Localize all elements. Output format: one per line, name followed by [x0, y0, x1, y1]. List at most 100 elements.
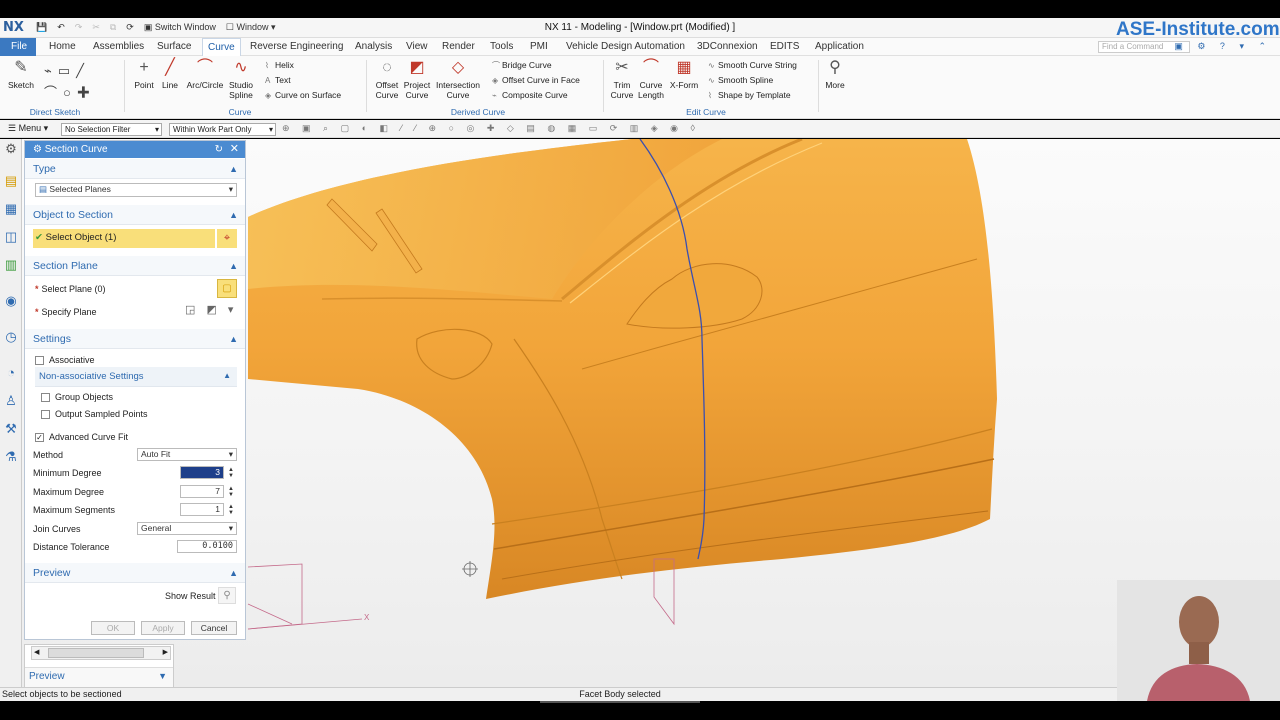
max-segments-spinner[interactable]: ▲ ▼	[227, 504, 235, 516]
plane-dialog-icons[interactable]: ◲ ◩ ▾	[185, 303, 237, 316]
shape-by-template-button[interactable]: ⌇ Shape by Template	[708, 88, 791, 103]
tab-file[interactable]: File	[0, 38, 36, 56]
tab-vehicle-design-automation[interactable]: Vehicle Design Automation	[561, 38, 690, 56]
collapse-icon[interactable]: ▲	[223, 371, 231, 380]
palette-icon[interactable]: ⚗	[3, 449, 19, 465]
section-settings-header[interactable]: Settings ▲	[25, 329, 245, 349]
helix-button[interactable]: ⌇ Helix	[265, 58, 294, 73]
tab-view[interactable]: View	[401, 38, 433, 56]
section-preview-header[interactable]: Preview ▲	[25, 563, 245, 583]
output-sampled-points-checkbox[interactable]: Output Sampled Points	[41, 407, 148, 421]
method-dropdown[interactable]: Auto Fit ▾	[137, 448, 237, 461]
checkbox[interactable]	[41, 393, 50, 403]
composite-curve-button[interactable]: ⌁ Composite Curve	[492, 88, 568, 103]
join-curves-dropdown[interactable]: General ▾	[137, 522, 237, 535]
arc-circle-button[interactable]: ⌒ Arc/Circle	[184, 58, 226, 90]
clock-icon[interactable]: ◔	[3, 365, 19, 381]
collapse-icon[interactable]: ▲	[229, 159, 238, 179]
tab-3dconnexion[interactable]: 3DConnexion	[692, 38, 763, 56]
help-icons[interactable]: ▣ ⚙ ? ▾ ⌃	[1174, 41, 1272, 52]
constraint-navigator-icon[interactable]: ◫	[3, 229, 19, 245]
section-object-header[interactable]: Object to Section ▲	[25, 205, 245, 225]
smooth-spline-button[interactable]: ∿ Smooth Spline	[708, 73, 773, 88]
crosshair-icon[interactable]: ⌖	[217, 229, 237, 248]
more-button[interactable]: ⚲ More	[822, 58, 848, 90]
tab-render[interactable]: Render	[437, 38, 480, 56]
selection-scope-dropdown[interactable]: Within Work Part Only	[169, 123, 276, 136]
tools-icon[interactable]: ⚒	[3, 421, 19, 437]
history-icon[interactable]: ◷	[3, 329, 19, 345]
tab-edits[interactable]: EDITS	[765, 38, 804, 56]
type-dropdown[interactable]: ▤ Selected Planes ▾	[35, 183, 237, 197]
snap-icons[interactable]: ⊕ ▣ ⌕ ▢ ◐ ◧ ⁄ ⁄ ⊕ ○ ◎ ✚ ◇ ▤ ◍ ▦ ▭ ⟳ ▥ ◈ …	[282, 123, 700, 134]
scroll-left-icon[interactable]: ◀	[34, 648, 39, 656]
collapse-icon[interactable]: ▲	[229, 205, 238, 225]
tab-analysis[interactable]: Analysis	[350, 38, 397, 56]
max-degree-input[interactable]: 7	[180, 485, 224, 498]
sketch-button[interactable]: ✎ Sketch	[6, 58, 36, 90]
scroll-right-icon[interactable]: ▶	[163, 648, 168, 656]
select-object-label[interactable]: ✔ Select Object (1)	[35, 231, 116, 245]
group-objects-checkbox[interactable]: Group Objects	[41, 390, 113, 404]
cancel-button[interactable]: Cancel	[191, 621, 237, 635]
roles-icon[interactable]: ♙	[3, 393, 19, 409]
menu-button[interactable]: ☰ Menu ▾	[8, 123, 48, 134]
associative-checkbox[interactable]: Associative	[35, 353, 95, 367]
tab-application[interactable]: Application	[810, 38, 869, 56]
web-browser-icon[interactable]: ◉	[3, 293, 19, 309]
collapse-icon[interactable]: ▲	[229, 563, 238, 583]
reset-icon[interactable]: ↻	[215, 141, 223, 158]
bridge-curve-button[interactable]: ⌒ Bridge Curve	[492, 58, 552, 73]
plane-icon[interactable]: ▢	[217, 279, 237, 298]
max-segments-input[interactable]: 1	[180, 503, 224, 516]
sketch-tools-icons[interactable]: ⌁▭╱ ⌒○✚	[44, 60, 112, 104]
collapse-icon[interactable]: ▲	[229, 329, 238, 349]
curve-length-button[interactable]: ⌒ Curve Length	[636, 58, 666, 100]
offset-curve-button[interactable]: ◌ Offset Curve	[372, 58, 402, 100]
project-curve-button[interactable]: ◩ Project Curve	[402, 58, 432, 100]
min-degree-spinner[interactable]: ▲ ▼	[227, 467, 235, 479]
checkbox-checked[interactable]: ✓	[35, 433, 44, 443]
xform-button[interactable]: ▦ X-Form	[668, 58, 700, 90]
section-plane-header[interactable]: Section Plane ▲	[25, 256, 245, 276]
show-result-icon[interactable]: ⚲	[218, 587, 236, 604]
horizontal-scrollbar[interactable]: ◀ ▶	[31, 646, 171, 660]
non-assoc-header[interactable]: Non-associative Settings ▲	[35, 367, 237, 387]
offset-curve-in-face-button[interactable]: ◈ Offset Curve in Face	[492, 73, 580, 88]
point-button[interactable]: + Point	[131, 58, 157, 90]
advanced-curve-fit-checkbox[interactable]: ✓ Advanced Curve Fit	[35, 430, 128, 444]
tab-pmi[interactable]: PMI	[525, 38, 553, 56]
assembly-navigator-icon[interactable]: ▦	[3, 201, 19, 217]
reuse-library-icon[interactable]: ▥	[3, 257, 19, 273]
line-button[interactable]: ╱ Line	[158, 58, 182, 90]
select-plane-label[interactable]: * Select Plane (0)	[35, 282, 106, 296]
apply-button[interactable]: Apply	[141, 621, 185, 635]
distance-tolerance-input[interactable]: 0.0100	[177, 540, 237, 553]
specify-plane-label[interactable]: * Specify Plane	[35, 305, 97, 319]
smooth-curve-string-button[interactable]: ∿ Smooth Curve String	[708, 58, 797, 73]
settings-icon[interactable]: ⚙	[3, 141, 19, 157]
max-degree-spinner[interactable]: ▲ ▼	[227, 486, 235, 498]
tab-tools[interactable]: Tools	[485, 38, 518, 56]
tab-surface[interactable]: Surface	[152, 38, 196, 56]
expand-icon[interactable]: ▼	[158, 671, 167, 681]
collapse-icon[interactable]: ▲	[229, 256, 238, 276]
text-button[interactable]: A Text	[265, 73, 291, 88]
tab-reverse-engineering[interactable]: Reverse Engineering	[245, 38, 348, 56]
tab-home[interactable]: Home	[44, 38, 81, 56]
section-type-header[interactable]: Type ▲	[25, 159, 245, 179]
checkbox[interactable]	[41, 410, 50, 420]
part-navigator-icon[interactable]: ▤	[3, 173, 19, 189]
scroll-thumb[interactable]	[48, 648, 144, 658]
ok-button[interactable]: OK	[91, 621, 135, 635]
studio-spline-button[interactable]: ∿ Studio Spline	[227, 58, 255, 100]
tab-assemblies[interactable]: Assemblies	[88, 38, 149, 56]
lower-preview-header[interactable]: Preview ▼	[25, 667, 173, 687]
curve-on-surface-button[interactable]: ◈ Curve on Surface	[265, 88, 341, 103]
selection-filter-dropdown[interactable]: No Selection Filter	[61, 123, 162, 136]
intersection-curve-button[interactable]: ◇ Intersection Curve	[434, 58, 482, 100]
close-icon[interactable]: ✕	[230, 141, 239, 158]
tab-curve[interactable]: Curve	[202, 38, 241, 56]
min-degree-input[interactable]: 3	[180, 466, 224, 479]
checkbox[interactable]	[35, 356, 44, 366]
